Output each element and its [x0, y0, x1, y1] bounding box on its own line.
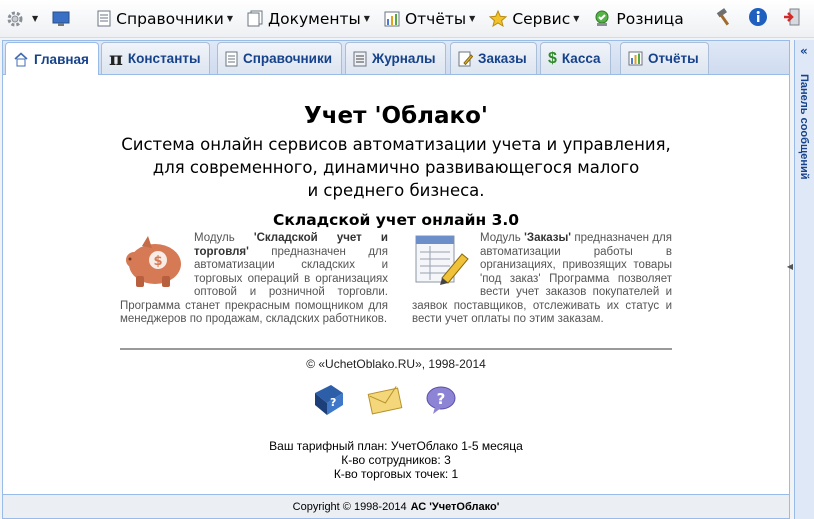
module-orders: Модуль 'Заказы' предназначен для автомат… [412, 232, 672, 327]
main-panel: Главная π Константы Справочники Журналы … [2, 40, 790, 519]
tab-orders[interactable]: Заказы [450, 42, 537, 74]
dollar-icon: $ [548, 49, 557, 67]
journal-icon [353, 51, 367, 67]
chevron-down-icon: ▼ [363, 14, 370, 23]
tab-directories-label: Справочники [243, 51, 333, 66]
svg-text:?: ? [330, 396, 336, 409]
help-icon[interactable]: ? [423, 383, 459, 417]
monitor-icon [52, 11, 70, 27]
retail-icon [593, 10, 611, 27]
module-orders-name: 'Заказы' [524, 232, 572, 244]
subtitle-line-2: для современного, динамично развивающего… [152, 158, 640, 177]
chevron-down-icon: ▼ [573, 14, 580, 23]
tab-journals[interactable]: Журналы [345, 42, 446, 74]
reports-icon [384, 11, 400, 27]
svg-text:$: $ [153, 254, 162, 269]
tab-constants-label: Константы [127, 51, 201, 66]
gear-icon [6, 10, 24, 28]
menu-directories-label: Справочники [116, 9, 224, 28]
hammer-icon[interactable] [714, 6, 734, 28]
module-warehouse-prefix: Модуль [194, 232, 254, 244]
pi-icon: π [109, 47, 123, 70]
home-content: Учет 'Облако' Система онлайн сервисов ав… [3, 75, 789, 494]
mail-icon[interactable] [367, 383, 403, 417]
documents-icon [247, 10, 263, 27]
directory-icon [97, 10, 111, 27]
expand-icon[interactable]: « [800, 44, 808, 58]
module-warehouse: $ Модуль 'Складской учет и торговля' пре… [120, 232, 388, 327]
messages-panel[interactable]: « Панель сообщений [794, 40, 814, 519]
module-orders-prefix: Модуль [480, 232, 525, 244]
tab-reports[interactable]: Отчёты [620, 42, 709, 74]
employees-count: К-во сотрудников: 3 [341, 453, 451, 467]
home-icon [13, 51, 29, 67]
quick-icons: ? ? [311, 383, 459, 417]
chevron-down-icon: ▼ [226, 14, 234, 23]
top-menubar: ▼ Справочники ▼ Документы ▼ Отчёты ▼ Сер… [0, 0, 814, 38]
footer-brand: АС 'УчетОблако' [410, 500, 500, 513]
tab-home-label: Главная [34, 51, 89, 67]
chevron-down-icon: ▼ [32, 14, 39, 23]
toolbar-right [714, 6, 802, 28]
menu-documents-label: Документы [268, 9, 361, 28]
chart-icon [628, 51, 643, 66]
menu-service[interactable]: Сервис ▼ [489, 4, 579, 34]
menu-reports-label: Отчёты [404, 9, 467, 28]
menu-directories[interactable]: Справочники ▼ [97, 4, 233, 34]
settings-menu[interactable]: ▼ [6, 4, 38, 34]
tab-cash-label: Касса [561, 51, 601, 66]
tab-cash[interactable]: $ Касса [540, 42, 611, 74]
menu-retail[interactable]: Розница [593, 4, 684, 34]
order-form-icon [412, 232, 472, 295]
section-heading: Складской учет онлайн 3.0 [272, 211, 520, 229]
tab-journals-label: Журналы [372, 51, 436, 66]
tab-directories[interactable]: Справочники [217, 42, 343, 74]
footer-copyright: Copyright © 1998-2014 [292, 500, 407, 513]
info-icon[interactable] [748, 6, 768, 28]
book-icon[interactable]: ? [311, 383, 347, 417]
points-count: К-во торговых точек: 1 [333, 467, 459, 481]
svg-text:?: ? [437, 390, 446, 408]
directory-icon [225, 51, 238, 67]
chevron-down-icon: ▼ [469, 14, 476, 23]
logout-icon[interactable] [782, 6, 802, 28]
star-icon [489, 10, 508, 27]
orders-icon [458, 51, 473, 67]
tab-constants[interactable]: π Константы [101, 42, 211, 74]
menu-retail-label: Розница [616, 9, 684, 28]
tab-orders-label: Заказы [478, 51, 527, 66]
tariff-plan: Ваш тарифный план: УчетОблако 1-5 месяца [269, 439, 523, 453]
divider [120, 348, 672, 350]
tab-home[interactable]: Главная [5, 42, 99, 75]
monitor-button[interactable] [52, 4, 75, 34]
subtitle-line-1: Система онлайн сервисов автоматизации уч… [121, 135, 671, 154]
collapse-handle[interactable]: ◀ [786, 252, 794, 280]
menu-service-label: Сервис [512, 9, 571, 28]
subtitle-line-3: и среднего бизнеса. [307, 181, 485, 200]
messages-panel-label: Панель сообщений [798, 74, 810, 180]
footer: Copyright © 1998-2014 АС 'УчетОблако' [3, 494, 789, 518]
tab-reports-label: Отчёты [648, 51, 699, 66]
page-title: Учет 'Облако' [304, 103, 488, 129]
tab-bar: Главная π Константы Справочники Журналы … [3, 41, 789, 75]
menu-documents[interactable]: Документы ▼ [247, 4, 370, 34]
menu-reports[interactable]: Отчёты ▼ [384, 4, 475, 34]
site-copyright: © «UchetOblako.RU», 1998-2014 [306, 357, 486, 371]
piggy-bank-icon: $ [120, 232, 186, 295]
